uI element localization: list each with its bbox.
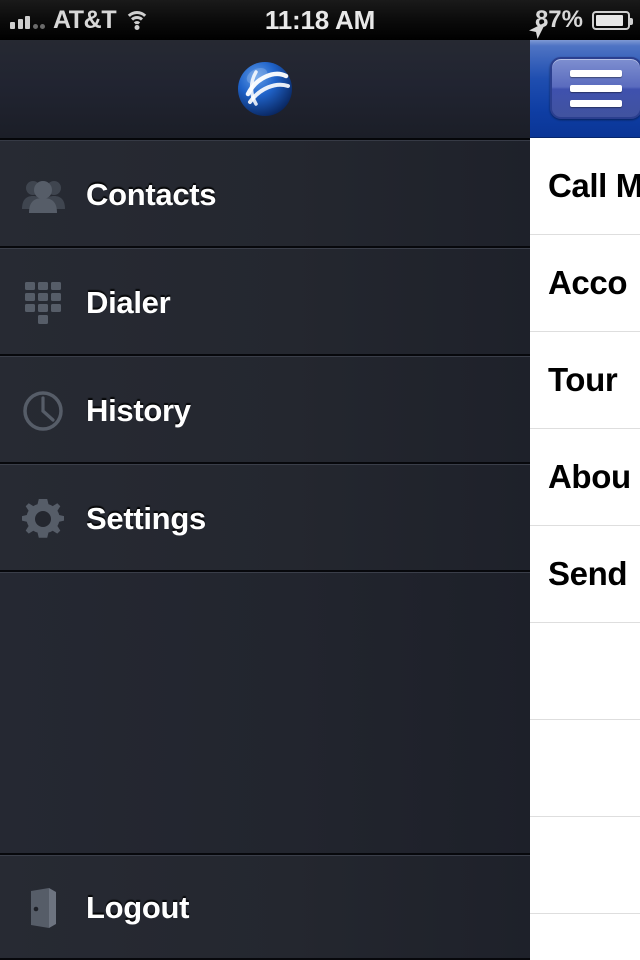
dialer-keypad-icon [0,249,86,357]
battery-icon [592,10,633,30]
history-clock-icon [0,357,86,465]
phone-screen: Call M Acco Tour Abou Send Contacts Dial… [0,0,640,960]
battery-fill [596,14,624,26]
sidebar-item-label: Contacts [86,176,217,212]
list-item[interactable]: Acco [529,235,640,332]
hamburger-menu-icon[interactable] [550,57,640,119]
list-item-label: Tour [548,361,618,398]
hamburger-bar-1 [570,69,622,77]
sidebar-item-logout[interactable]: Logout [0,855,530,960]
clock-label: 11:18 AM [264,4,376,35]
sidebar-item-label: Settings [86,500,206,536]
settings-gear-icon [0,465,86,573]
contacts-people-icon [0,141,86,249]
sidebar-item-history[interactable]: History [0,356,530,464]
sidebar-item-contacts[interactable]: Contacts [0,140,530,248]
drawer-header [0,40,530,140]
list-item [529,720,640,817]
logout-door-icon [0,854,86,960]
list-item [529,817,640,914]
list-item [529,623,640,720]
hamburger-bar-2 [570,84,622,92]
drawer-menu-list: Contacts Dialer History Settings Logout [0,140,530,960]
list-item[interactable]: Tour [529,332,640,429]
status-bar-right: 87% [526,0,633,40]
sidebar-item-label: History [86,392,191,428]
list-item-label: Abou [548,458,631,495]
list-item[interactable]: Send [529,526,640,623]
list-item[interactable]: Call M [529,138,640,235]
drawer-empty-space [0,572,530,855]
settings-list: Call M Acco Tour Abou Send [529,138,640,960]
sidebar-item-settings[interactable]: Settings [0,464,530,572]
status-bar: AT&T 11:18 AM 87% [0,0,640,40]
list-item[interactable]: Abou [529,429,640,526]
app-logo-globe-icon [234,58,296,120]
list-item [529,914,640,960]
list-item-label: Call M [548,167,640,204]
list-item-label: Send [548,555,628,592]
hamburger-bar-3 [570,99,622,107]
content-panel-inner: Call M Acco Tour Abou Send [529,40,640,960]
sidebar-item-label: Dialer [86,284,171,320]
content-panel: Call M Acco Tour Abou Send [529,40,640,960]
sidebar-item-dialer[interactable]: Dialer [0,248,530,356]
list-item-label: Acco [548,264,628,301]
navigation-bar [529,40,640,138]
sidebar-item-label: Logout [86,890,190,925]
navigation-drawer: Contacts Dialer History Settings Logout [0,40,530,960]
